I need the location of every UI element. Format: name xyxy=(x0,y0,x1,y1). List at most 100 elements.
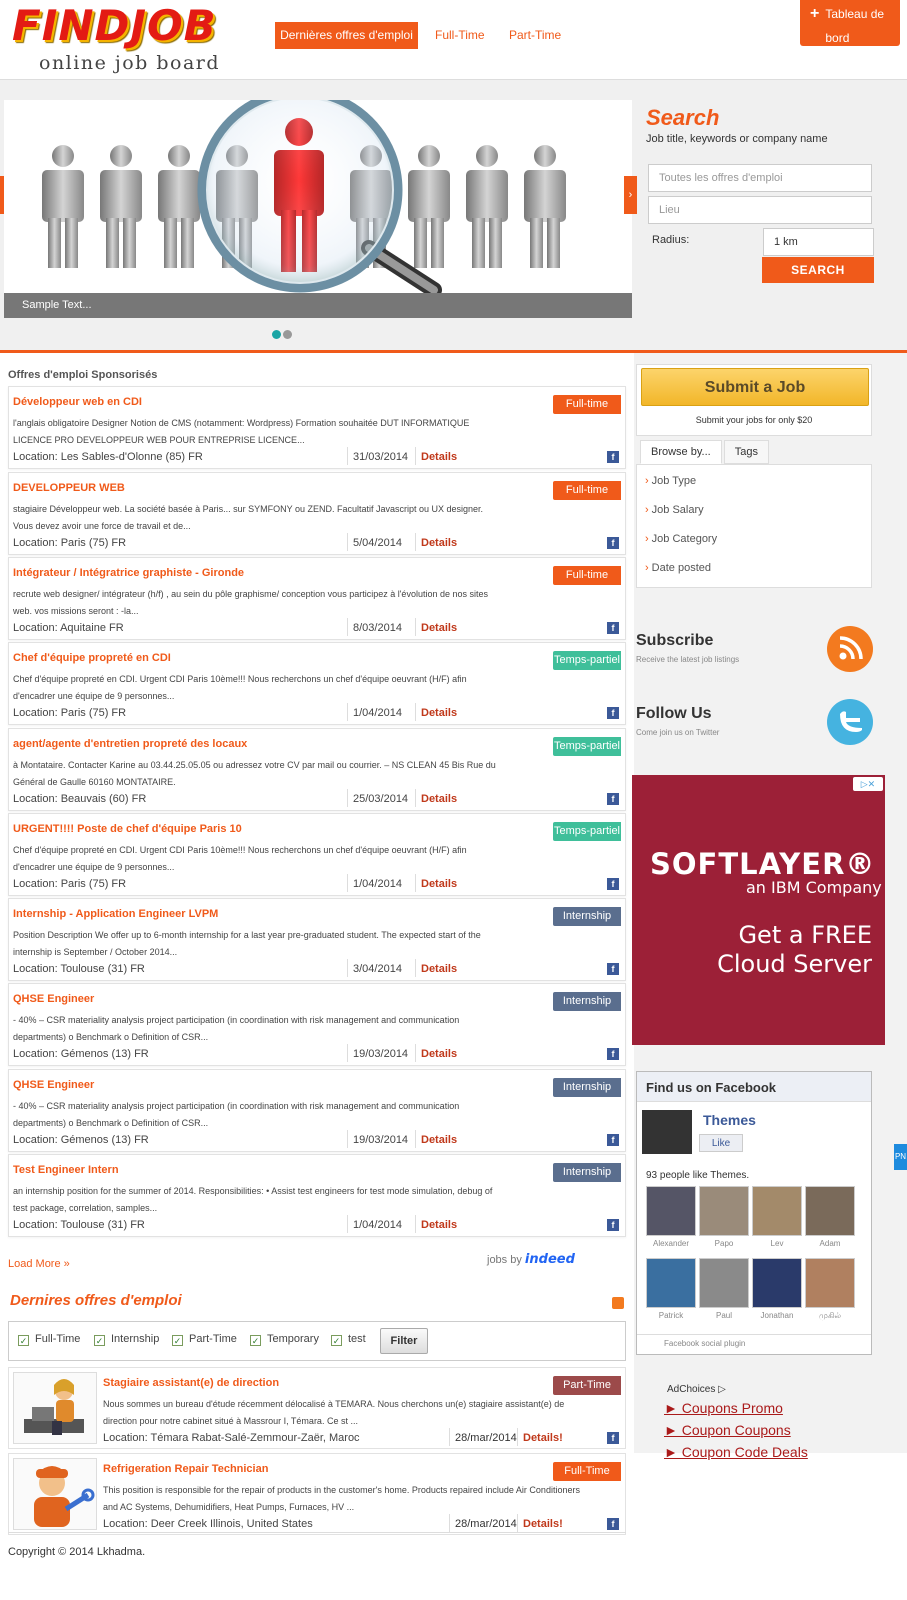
job-title-link[interactable]: Développeur web en CDI xyxy=(13,396,142,408)
tab-browse-by[interactable]: Browse by... xyxy=(640,440,722,464)
ad-choices-close-icon[interactable]: ▷✕ xyxy=(853,777,883,791)
fan-avatar[interactable] xyxy=(699,1258,749,1308)
logo-tagline: online job board xyxy=(39,52,221,74)
tab-tags[interactable]: Tags xyxy=(723,440,769,464)
rss-icon[interactable] xyxy=(612,1297,624,1309)
radius-input[interactable]: 1 km xyxy=(763,228,874,256)
fan-avatar[interactable] xyxy=(646,1186,696,1236)
filter-button[interactable]: Filter xyxy=(380,1328,428,1354)
filter-test-checkbox[interactable]: ✓ test xyxy=(331,1333,366,1346)
job-title-link[interactable]: QHSE Engineer xyxy=(13,1079,94,1091)
fan-avatar[interactable] xyxy=(805,1258,855,1308)
keywords-input[interactable]: Toutes les offres d'emploi xyxy=(648,164,872,192)
job-title-link[interactable]: Stagiaire assistant(e) de direction xyxy=(103,1377,279,1389)
details-link[interactable]: Details xyxy=(415,1044,457,1062)
job-location: Location: Paris (75) FR xyxy=(13,878,127,890)
facebook-share-icon[interactable]: f xyxy=(607,1432,619,1444)
job-title-link[interactable]: DEVELOPPEUR WEB xyxy=(13,482,125,494)
facebook-share-icon[interactable]: f xyxy=(607,878,619,890)
fan-avatar[interactable] xyxy=(646,1258,696,1308)
nav-latest-jobs[interactable]: Dernières offres d'emploi xyxy=(275,22,418,49)
browse-item-job-type[interactable]: Job Type xyxy=(645,475,696,487)
job-card: agent/agente d'entretien propreté des lo… xyxy=(8,728,626,811)
job-description: an internship position for the summer of… xyxy=(13,1186,493,1213)
facebook-page-name[interactable]: Themes xyxy=(703,1112,756,1128)
side-tab[interactable]: PN xyxy=(894,1144,907,1170)
facebook-share-icon[interactable]: f xyxy=(607,1219,619,1231)
facebook-share-icon[interactable]: f xyxy=(607,963,619,975)
details-link[interactable]: Details xyxy=(415,533,457,551)
adchoices-label[interactable]: AdChoices ▷ xyxy=(667,1384,726,1395)
slider-dot-active[interactable] xyxy=(272,330,281,339)
nav-full-time[interactable]: Full-Time xyxy=(435,22,485,49)
location-input[interactable]: Lieu xyxy=(648,196,872,224)
job-type-badge: Full-time xyxy=(553,481,624,500)
facebook-share-icon[interactable]: f xyxy=(607,1518,619,1530)
ad-link[interactable]: ► Coupon Code Deals xyxy=(664,1444,808,1460)
details-link[interactable]: Details xyxy=(415,703,457,721)
details-link[interactable]: Details xyxy=(415,959,457,977)
job-title-link[interactable]: Internship - Application Engineer LVPM xyxy=(13,908,218,920)
jobs-by-indeed[interactable]: jobs by indeed xyxy=(487,1252,575,1267)
footer-divider xyxy=(8,1532,626,1533)
fan-avatar[interactable] xyxy=(805,1186,855,1236)
ad-link[interactable]: ► Coupon Coupons xyxy=(664,1422,791,1438)
facebook-widget-title: Find us on Facebook xyxy=(637,1072,871,1102)
ad-line2: Cloud Server xyxy=(717,950,872,978)
job-date: 8/03/2014 xyxy=(347,618,402,636)
filter-temporary-checkbox[interactable]: ✓ Temporary xyxy=(250,1333,319,1346)
details-link[interactable]: Details! xyxy=(517,1428,563,1446)
job-title-link[interactable]: QHSE Engineer xyxy=(13,993,94,1005)
submit-job-button[interactable]: Submit a Job xyxy=(641,368,869,406)
facebook-share-icon[interactable]: f xyxy=(607,451,619,463)
filter-internship-checkbox[interactable]: ✓ Internship xyxy=(94,1333,159,1346)
job-title-link[interactable]: URGENT!!!! Poste de chef d'équipe Paris … xyxy=(13,823,242,835)
details-link[interactable]: Details xyxy=(415,789,457,807)
site-logo[interactable]: FINDJOB online job board xyxy=(12,2,252,76)
job-title-link[interactable]: agent/agente d'entretien propreté des lo… xyxy=(13,738,247,750)
job-title-link[interactable]: Refrigeration Repair Technician xyxy=(103,1463,268,1475)
slider-dot[interactable] xyxy=(283,330,292,339)
subscribe-widget[interactable]: Subscribe Receive the latest job listing… xyxy=(634,624,874,694)
like-button[interactable]: Like xyxy=(699,1134,743,1152)
slider-next-button[interactable]: › xyxy=(624,176,637,214)
browse-item-job-category[interactable]: Job Category xyxy=(645,533,717,545)
facebook-share-icon[interactable]: f xyxy=(607,622,619,634)
checkbox-checked-icon: ✓ xyxy=(172,1335,183,1346)
fan-avatar[interactable] xyxy=(699,1186,749,1236)
ad-link[interactable]: ► Coupons Promo xyxy=(664,1400,783,1416)
details-link[interactable]: Details! xyxy=(517,1514,563,1532)
details-link[interactable]: Details xyxy=(415,618,457,636)
browse-item-job-salary[interactable]: Job Salary xyxy=(645,504,704,516)
filter-full-time-checkbox[interactable]: ✓ Full-Time xyxy=(18,1333,80,1346)
job-title-link[interactable]: Intégrateur / Intégratrice graphiste - G… xyxy=(13,567,244,579)
load-more-link[interactable]: Load More » xyxy=(8,1258,70,1270)
details-link[interactable]: Details xyxy=(415,1215,457,1233)
search-button[interactable]: SEARCH xyxy=(762,257,874,283)
browse-item-date-posted[interactable]: Date posted xyxy=(645,562,711,574)
details-link[interactable]: Details xyxy=(415,1130,457,1148)
fan-avatar[interactable] xyxy=(752,1258,802,1308)
nav-part-time[interactable]: Part-Time xyxy=(509,22,561,49)
fan-avatar[interactable] xyxy=(752,1186,802,1236)
facebook-share-icon[interactable]: f xyxy=(607,793,619,805)
job-title-link[interactable]: Chef d'équipe propreté en CDI xyxy=(13,652,171,664)
facebook-share-icon[interactable]: f xyxy=(607,707,619,719)
filter-part-time-checkbox[interactable]: ✓ Part-Time xyxy=(172,1333,237,1346)
job-title-link[interactable]: Test Engineer Intern xyxy=(13,1164,119,1176)
follow-widget[interactable]: Follow Us Come join us on Twitter xyxy=(634,697,874,767)
details-link[interactable]: Details xyxy=(415,447,457,465)
details-link[interactable]: Details xyxy=(415,874,457,892)
facebook-share-icon[interactable]: f xyxy=(607,1048,619,1060)
job-date: 3/04/2014 xyxy=(347,959,402,977)
page-avatar[interactable] xyxy=(642,1110,692,1154)
job-card: Développeur web en CDI Full-time l'angla… xyxy=(8,386,626,469)
facebook-share-icon[interactable]: f xyxy=(607,1134,619,1146)
softlayer-ad[interactable]: ▷✕ SOFTLAYER® an IBM Company Get a FREE … xyxy=(632,775,885,1045)
search-subtitle: Job title, keywords or company name xyxy=(646,133,828,145)
dashboard-button[interactable]: + Tableau de bord xyxy=(800,0,900,46)
radius-label: Radius: xyxy=(652,234,690,246)
facebook-share-icon[interactable]: f xyxy=(607,537,619,549)
filter-label: Internship xyxy=(111,1333,160,1345)
job-location: Location: Les Sables-d'Olonne (85) FR xyxy=(13,451,203,463)
